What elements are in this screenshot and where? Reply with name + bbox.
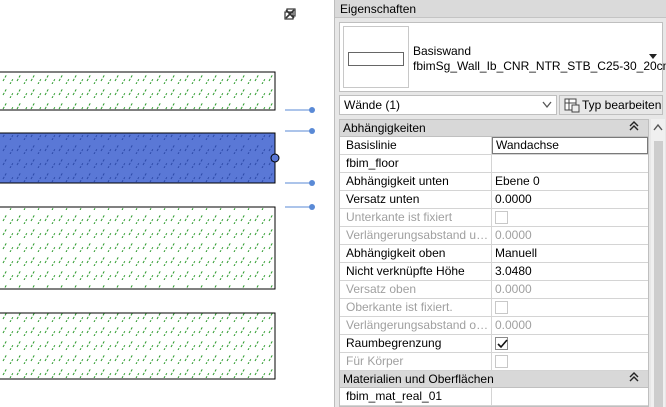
- property-row: Unterkante ist fixiert: [340, 209, 648, 227]
- property-group-header[interactable]: Abhängigkeiten: [340, 120, 648, 137]
- property-name: Abhängigkeit oben: [340, 245, 492, 262]
- property-value: 0.0000: [495, 318, 532, 332]
- checkbox: [495, 211, 508, 224]
- property-checkbox-cell: [492, 299, 648, 316]
- property-row: Verlängerungsabstand un... 0.0000: [340, 227, 648, 245]
- properties-scrollbar[interactable]: [651, 119, 665, 407]
- property-row: Oberkante ist fixiert.: [340, 299, 648, 317]
- collapse-icon[interactable]: [629, 371, 639, 389]
- dimension-grip[interactable]: [309, 128, 315, 134]
- element-filter-label: Wände (1): [344, 98, 401, 112]
- property-row: Versatz oben 0.0000: [340, 281, 648, 299]
- wall[interactable]: [0, 71, 276, 111]
- wall-plan-canvas[interactable]: [0, 0, 334, 407]
- property-row: Verlängerungsabstand ob... 0.0000: [340, 317, 648, 335]
- dimension-grip[interactable]: [309, 107, 315, 113]
- edit-type-label: Typ bearbeiten: [582, 98, 662, 112]
- property-value[interactable]: 0.0000: [492, 191, 648, 208]
- wall[interactable]: [0, 206, 276, 290]
- property-name: Versatz oben: [340, 281, 492, 298]
- view-window-controls: [284, 8, 328, 21]
- check-icon: [497, 339, 508, 349]
- property-row: Basislinie Wandachse: [340, 137, 648, 155]
- restore-icon[interactable]: [284, 8, 312, 21]
- property-row: fbim_floor: [340, 155, 648, 173]
- scrollbar-thumb[interactable]: [654, 141, 663, 407]
- property-name: fbim_floor: [340, 155, 492, 172]
- property-row: Versatz unten 0.0000: [340, 191, 648, 209]
- property-name: Verlängerungsabstand ob...: [340, 317, 492, 334]
- properties-panel: Eigenschaften Basiswand fbimSg_Wall_Ib_C…: [334, 0, 666, 407]
- property-row: Nicht verknüpfte Höhe 3.0480: [340, 263, 648, 281]
- property-value[interactable]: Ebene 0: [492, 173, 648, 190]
- property-name: Raumbegrenzung: [340, 335, 492, 352]
- property-name: fbim_mat_real_01: [340, 388, 492, 405]
- properties-grid: Abhängigkeiten Basislinie Wandachse fbim_fl…: [339, 119, 649, 407]
- property-row: Für Körper: [340, 353, 648, 371]
- dropdown-arrow-icon[interactable]: [648, 53, 658, 61]
- wall-selected[interactable]: [0, 132, 276, 184]
- edit-type-button[interactable]: Typ bearbeiten: [559, 95, 663, 115]
- wall-end-grip[interactable]: [270, 153, 280, 163]
- dimension-grip[interactable]: [309, 180, 315, 186]
- property-value[interactable]: [492, 155, 648, 172]
- property-row: fbim_mat_real_01: [340, 388, 648, 406]
- close-icon[interactable]: [285, 8, 328, 21]
- dimension-grip[interactable]: [309, 204, 315, 210]
- element-filter-dropdown[interactable]: Wände (1): [339, 95, 557, 115]
- type-selector[interactable]: Basiswand fbimSg_Wall_Ib_CNR_NTR_STB_C25…: [339, 22, 666, 92]
- property-value[interactable]: [492, 388, 648, 405]
- property-group-header[interactable]: Materialien und Oberflächen: [340, 371, 648, 388]
- property-value: 0.0000: [495, 282, 532, 296]
- property-value[interactable]: 3.0480: [492, 263, 648, 280]
- property-group-label: Abhängigkeiten: [343, 121, 426, 135]
- property-value[interactable]: Manuell: [492, 245, 648, 262]
- checkbox-checked[interactable]: [495, 337, 508, 350]
- property-name: Unterkante ist fixiert: [340, 209, 492, 226]
- checkbox: [495, 355, 508, 368]
- property-name: Basislinie: [340, 137, 492, 154]
- property-value[interactable]: Wandachse: [492, 137, 648, 154]
- property-name: Verlängerungsabstand un...: [340, 227, 492, 244]
- property-row: Abhängigkeit oben Manuell: [340, 245, 648, 263]
- property-checkbox-cell: [492, 353, 648, 370]
- property-name: Für Körper: [340, 353, 492, 370]
- type-family-label: Basiswand: [413, 44, 472, 58]
- property-checkbox-cell: [492, 209, 648, 226]
- property-group-label: Materialien und Oberflächen: [343, 372, 494, 386]
- edit-type-icon: [564, 98, 580, 113]
- property-name: Oberkante ist fixiert.: [340, 299, 492, 316]
- property-name: Abhängigkeit unten: [340, 173, 492, 190]
- property-checkbox-cell[interactable]: [492, 335, 648, 352]
- drawing-view[interactable]: [0, 0, 334, 407]
- scroll-up-icon[interactable]: [653, 123, 663, 131]
- property-name: Versatz unten: [340, 191, 492, 208]
- collapse-icon[interactable]: [629, 120, 639, 138]
- property-value: 0.0000: [495, 228, 532, 242]
- property-row: Abhängigkeit unten Ebene 0: [340, 173, 648, 191]
- property-row: Raumbegrenzung: [340, 335, 648, 353]
- property-name: Nicht verknüpfte Höhe: [340, 263, 492, 280]
- wall[interactable]: [0, 312, 276, 380]
- panel-title: Eigenschaften: [335, 0, 666, 18]
- chevron-down-icon: [542, 101, 552, 109]
- checkbox: [495, 301, 508, 314]
- type-preview-image: [343, 26, 409, 88]
- type-name-label: fbimSg_Wall_Ib_CNR_NTR_STB_C25-30_20cm: [413, 59, 666, 73]
